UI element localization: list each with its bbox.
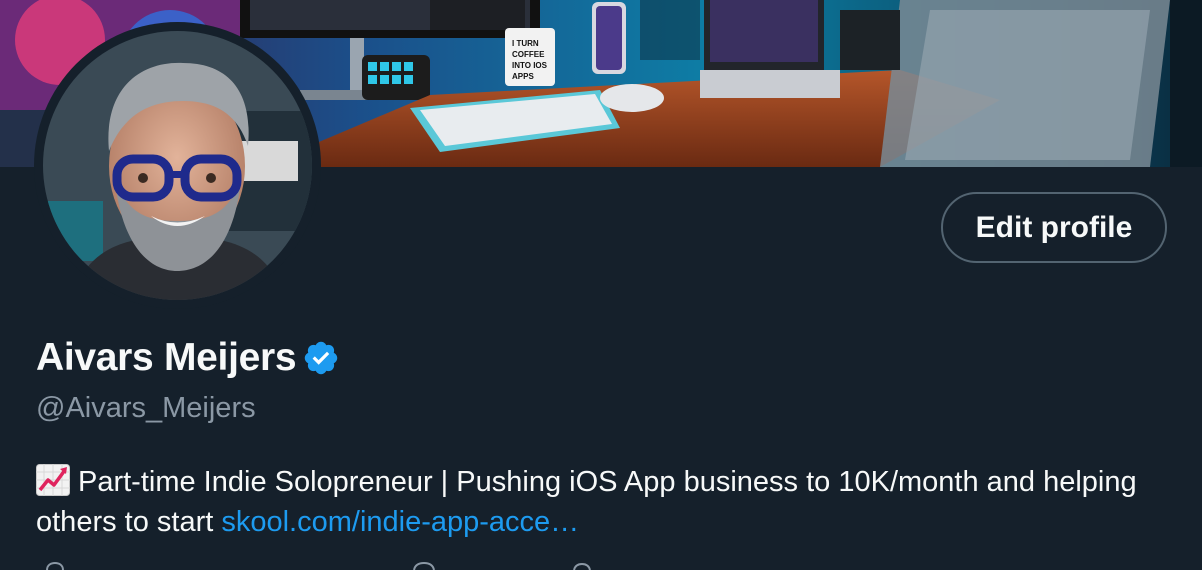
link-icon [413, 562, 435, 570]
svg-text:COFFEE: COFFEE [512, 50, 545, 59]
avatar-photo [43, 31, 312, 300]
svg-text:INTO IOS: INTO IOS [512, 61, 548, 70]
location-icon [46, 562, 64, 570]
edit-profile-button[interactable]: Edit profile [941, 192, 1167, 263]
svg-text:I TURN: I TURN [512, 39, 539, 48]
calendar-icon [573, 562, 591, 570]
display-name: Aivars Meijers [36, 336, 297, 379]
profile-bio: Part-time Indie Solopreneur | Pushing iO… [36, 462, 1166, 542]
bio-text: Part-time Indie Solopreneur | Pushing iO… [36, 466, 1137, 538]
verified-badge-icon[interactable] [302, 339, 340, 377]
profile-name-row: Aivars Meijers [36, 336, 340, 380]
bio-link[interactable]: skool.com/indie-app-acce… [221, 506, 579, 538]
chart-increasing-icon [36, 464, 70, 496]
svg-text:APPS: APPS [512, 72, 534, 81]
profile-avatar[interactable] [34, 22, 321, 309]
profile-handle: @Aivars_Meijers [36, 392, 256, 424]
